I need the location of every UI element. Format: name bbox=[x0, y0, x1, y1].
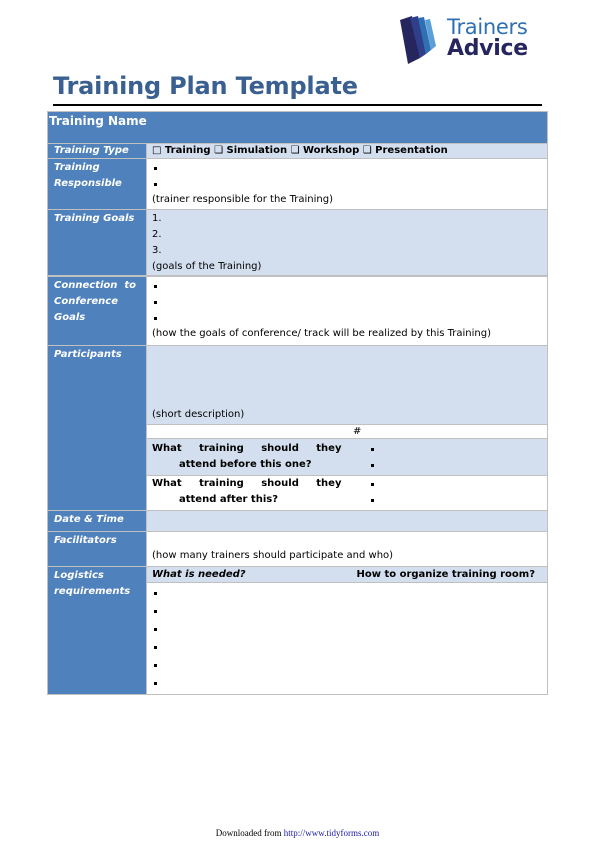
option-presentation[interactable]: ❏ Presentation bbox=[363, 145, 448, 156]
participants-description-field[interactable]: (short description) bbox=[147, 346, 547, 424]
bullet-item bbox=[369, 441, 389, 457]
bullet-item bbox=[152, 160, 547, 176]
before-training-row[interactable]: What training should they attend before … bbox=[147, 439, 547, 475]
training-responsible-field[interactable]: (trainer responsible for the Training) bbox=[147, 159, 547, 209]
goal-item-3: 3. bbox=[152, 245, 162, 256]
logo-text-advice: Advice bbox=[447, 36, 528, 61]
training-responsible-hint: (trainer responsible for the Training) bbox=[152, 194, 334, 205]
facilitators-hint: (how many trainers should participate an… bbox=[152, 550, 394, 561]
before-training-answers[interactable] bbox=[369, 441, 389, 473]
logistics-header-row: What is needed? How to organize training… bbox=[147, 567, 547, 582]
participants-hint: (short description) bbox=[152, 409, 245, 420]
before-training-question: What training should they attend before … bbox=[152, 443, 342, 470]
goal-item-1: 1. bbox=[152, 213, 162, 224]
bullet-item bbox=[369, 476, 389, 492]
bullet-item bbox=[152, 585, 547, 603]
bullet-item bbox=[369, 457, 389, 473]
training-name-label: Training Name bbox=[49, 114, 147, 128]
training-responsible-label: Training Responsible bbox=[48, 159, 146, 209]
training-goals-field[interactable]: 1. 2. 3. (goals of the Training) bbox=[147, 210, 547, 275]
training-goals-label: Training Goals bbox=[48, 210, 146, 275]
footer-link[interactable]: http://www.tidyforms.com bbox=[284, 828, 379, 838]
bullet-item bbox=[152, 675, 547, 693]
bullet-item bbox=[152, 278, 547, 294]
participants-label: Participants bbox=[48, 346, 146, 510]
logistics-label: Logistics requirements bbox=[48, 567, 146, 694]
date-time-field[interactable] bbox=[147, 511, 547, 531]
participants-count-row[interactable]: # bbox=[147, 425, 547, 438]
connection-label: Connection to Conference Goals bbox=[48, 277, 146, 345]
training-type-label: Training Type bbox=[48, 144, 146, 158]
option-simulation[interactable]: ❏ Simulation bbox=[214, 145, 287, 156]
footer-prefix: Downloaded from bbox=[215, 828, 284, 838]
facilitators-label: Facilitators bbox=[48, 532, 146, 566]
connection-hint: (how the goals of conference/ track will… bbox=[152, 328, 491, 339]
option-workshop[interactable]: ❏ Workshop bbox=[291, 145, 360, 156]
title-divider bbox=[53, 104, 542, 106]
bullet-item bbox=[152, 621, 547, 639]
page-title: Training Plan Template bbox=[53, 72, 358, 100]
bullet-item bbox=[152, 603, 547, 621]
bullet-item bbox=[152, 176, 547, 192]
after-training-answers[interactable] bbox=[369, 476, 389, 508]
count-header: # bbox=[353, 426, 362, 437]
footer: Downloaded from http://www.tidyforms.com bbox=[0, 828, 595, 838]
after-training-question: What training should they attend after t… bbox=[152, 478, 342, 505]
bullet-item bbox=[152, 310, 547, 326]
bullet-item bbox=[152, 639, 547, 657]
goal-item-2: 2. bbox=[152, 229, 162, 240]
bullet-item bbox=[152, 294, 547, 310]
bullet-item bbox=[369, 492, 389, 508]
training-name-row[interactable]: Training Name bbox=[48, 112, 547, 143]
training-type-options: □ Training ❏ Simulation ❏ Workshop ❏ Pre… bbox=[147, 144, 547, 158]
what-is-needed-header: What is needed? bbox=[152, 569, 246, 580]
option-training[interactable]: □ Training bbox=[152, 145, 211, 156]
bullet-item bbox=[152, 657, 547, 675]
trainers-advice-logo: Trainers Advice bbox=[396, 14, 546, 66]
logistics-field[interactable] bbox=[147, 583, 547, 694]
book-icon bbox=[400, 16, 436, 64]
facilitators-field[interactable]: (how many trainers should participate an… bbox=[147, 532, 547, 566]
training-goals-hint: (goals of the Training) bbox=[152, 261, 262, 272]
organize-room-header: How to organize training room? bbox=[356, 569, 535, 580]
connection-field[interactable]: (how the goals of conference/ track will… bbox=[147, 277, 547, 345]
date-time-label: Date & Time bbox=[48, 511, 146, 531]
after-training-row[interactable]: What training should they attend after t… bbox=[147, 476, 547, 510]
